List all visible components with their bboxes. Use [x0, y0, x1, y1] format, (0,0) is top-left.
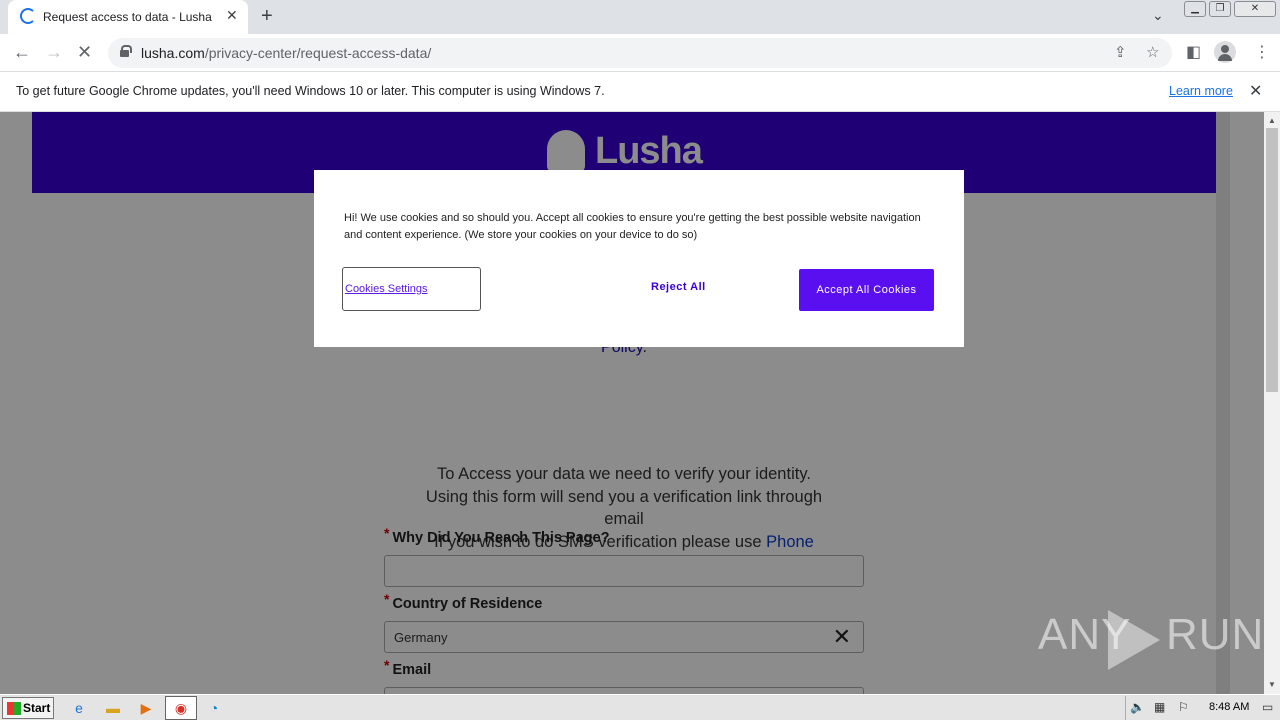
- infobar-close-icon[interactable]: ✕: [1249, 81, 1262, 101]
- cookie-consent-dialog: Hi! We use cookies and so should you. Ac…: [314, 170, 964, 347]
- restore-button[interactable]: ❐: [1209, 1, 1231, 17]
- watermark-run: RUN: [1166, 610, 1264, 659]
- infobar-message: To get future Google Chrome updates, you…: [16, 84, 605, 98]
- tab-strip: Request access to data - Lusha ✕ + ⌄ ▁ ❐…: [0, 0, 1280, 34]
- tab-title: Request access to data - Lusha: [43, 10, 212, 24]
- cookie-message: Hi! We use cookies and so should you. Ac…: [344, 212, 921, 241]
- windows-flag-icon: [7, 702, 21, 715]
- loading-spinner-icon: [20, 8, 36, 24]
- stop-loading-icon[interactable]: ✕: [77, 42, 92, 63]
- back-arrow-icon[interactable]: ←: [13, 42, 31, 63]
- minimize-button[interactable]: ▁: [1184, 1, 1206, 17]
- update-infobar: To get future Google Chrome updates, you…: [0, 72, 1280, 112]
- bookmark-star-icon[interactable]: ☆: [1146, 43, 1159, 61]
- browser-tab[interactable]: Request access to data - Lusha ✕: [8, 0, 248, 34]
- media-player-icon[interactable]: ▶: [137, 699, 155, 717]
- vertical-scrollbar[interactable]: ▲ ▼: [1264, 112, 1280, 694]
- tab-search-chevron-icon[interactable]: ⌄: [1152, 7, 1164, 24]
- cookies-settings-button[interactable]: Cookies Settings: [342, 267, 481, 311]
- forward-arrow-icon[interactable]: →: [45, 42, 63, 63]
- new-tab-button[interactable]: +: [261, 5, 273, 28]
- action-center-flag-icon[interactable]: ⚐: [1178, 700, 1189, 714]
- file-explorer-icon[interactable]: ▬: [104, 699, 122, 717]
- scrollbar-thumb[interactable]: [1266, 128, 1278, 392]
- show-desktop-icon[interactable]: ▭: [1262, 700, 1273, 714]
- side-panel-icon[interactable]: ◧: [1186, 42, 1201, 62]
- close-window-button[interactable]: ✕: [1234, 1, 1276, 17]
- tab-close-icon[interactable]: ✕: [226, 7, 238, 24]
- volume-icon[interactable]: 🔈: [1130, 700, 1145, 714]
- scroll-up-arrow-icon[interactable]: ▲: [1268, 116, 1276, 125]
- chrome-icon: ◉: [174, 700, 188, 716]
- profile-avatar-icon[interactable]: [1214, 41, 1236, 63]
- windows-taskbar: Start e ▬ ▶ ◉ ◔ 🔈 ▦ ⚐ 8:48 AM ▭: [0, 694, 1280, 720]
- menu-kebab-icon[interactable]: ⋮: [1254, 42, 1270, 62]
- clock[interactable]: 8:48 AM: [1209, 701, 1249, 713]
- url-text[interactable]: lusha.com/privacy-center/request-access-…: [141, 45, 431, 61]
- scroll-down-arrow-icon[interactable]: ▼: [1268, 680, 1276, 689]
- system-tray: 🔈 ▦ ⚐ 8:48 AM ▭: [1125, 696, 1280, 720]
- address-bar[interactable]: lusha.com/privacy-center/request-access-…: [108, 38, 1172, 68]
- accept-all-cookies-button[interactable]: Accept All Cookies: [799, 269, 934, 311]
- browser-toolbar: ← → ✕ lusha.com/privacy-center/request-a…: [0, 34, 1280, 72]
- watermark-play-icon: [1108, 610, 1160, 670]
- learn-more-link[interactable]: Learn more: [1169, 84, 1233, 98]
- page-viewport: Lusha Policy. To Access your data we nee…: [0, 112, 1264, 694]
- internet-explorer-icon[interactable]: e: [70, 699, 88, 717]
- share-icon[interactable]: ⇪: [1114, 43, 1127, 61]
- network-icon[interactable]: ▦: [1154, 700, 1165, 714]
- lock-icon[interactable]: [120, 45, 132, 58]
- start-button[interactable]: Start: [2, 697, 54, 719]
- edge-icon[interactable]: ◔: [205, 699, 223, 717]
- chrome-taskbar-button[interactable]: ◉: [165, 696, 197, 720]
- reject-all-button[interactable]: Reject All: [651, 281, 706, 293]
